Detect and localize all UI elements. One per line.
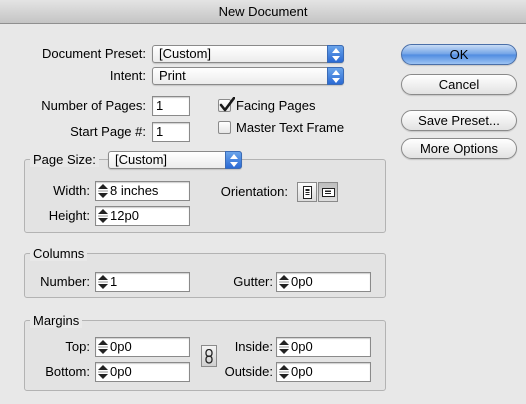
stepper-arrows-icon[interactable]: [98, 182, 108, 200]
orientation-label: Orientation:: [220, 184, 288, 199]
portrait-button[interactable]: [297, 182, 317, 202]
bottom-field[interactable]: 0p0: [95, 362, 190, 382]
stepper-arrows-icon[interactable]: [279, 363, 289, 381]
up-down-arrows-icon: [225, 151, 242, 169]
top-label: Top:: [65, 339, 90, 354]
page-size-value: [Custom]: [115, 152, 168, 167]
inside-value: 0p0: [291, 339, 313, 354]
save-preset-button[interactable]: Save Preset...: [401, 110, 517, 131]
width-value: 8 inches: [110, 183, 159, 198]
facing-pages-label: Facing Pages: [236, 98, 316, 113]
bottom-label: Bottom:: [45, 364, 90, 379]
start-page-label: Start Page #:: [70, 124, 146, 139]
portrait-page-icon: [303, 186, 312, 199]
stepper-arrows-icon[interactable]: [98, 273, 108, 291]
checkmark-icon: [219, 97, 235, 112]
intent-value: Print: [159, 68, 186, 83]
intent-popup[interactable]: Print: [152, 67, 344, 85]
number-of-pages-label: Number of Pages:: [41, 98, 146, 113]
master-text-frame-checkbox[interactable]: [218, 121, 231, 134]
page-size-label: Page Size:: [30, 152, 99, 167]
up-down-arrows-icon: [327, 67, 344, 85]
facing-pages-checkbox[interactable]: [218, 97, 235, 112]
columns-number-value: 1: [110, 274, 118, 289]
document-preset-value: [Custom]: [159, 46, 212, 61]
chain-link-icon: [205, 349, 213, 364]
more-options-button[interactable]: More Options: [401, 138, 517, 159]
landscape-button[interactable]: [318, 182, 338, 202]
intent-label: Intent:: [109, 68, 146, 83]
window-title: New Document: [0, 0, 526, 24]
margins-title: Margins: [30, 313, 83, 328]
top-field[interactable]: 0p0: [95, 337, 190, 357]
gutter-value: 0p0: [291, 274, 313, 289]
master-text-frame-label: Master Text Frame: [236, 120, 345, 135]
page-size-popup[interactable]: [Custom]: [108, 151, 242, 169]
width-field[interactable]: 8 inches: [95, 181, 190, 201]
top-value: 0p0: [110, 339, 132, 354]
outside-field[interactable]: 0p0: [276, 362, 371, 382]
gutter-field[interactable]: 0p0: [276, 272, 371, 292]
stepper-arrows-icon[interactable]: [98, 338, 108, 356]
document-preset-label: Document Preset:: [41, 46, 146, 61]
up-down-arrows-icon: [327, 45, 344, 63]
outside-value: 0p0: [291, 364, 313, 379]
gutter-label: Gutter:: [233, 274, 273, 289]
ok-button[interactable]: OK: [401, 44, 517, 65]
columns-number-field[interactable]: 1: [95, 272, 190, 292]
columns-title: Columns: [30, 246, 88, 261]
bottom-value: 0p0: [110, 364, 132, 379]
stepper-arrows-icon[interactable]: [279, 273, 289, 291]
inside-label: Inside:: [234, 339, 273, 354]
outside-label: Outside:: [224, 364, 273, 379]
inside-field[interactable]: 0p0: [276, 337, 371, 357]
height-field[interactable]: 12p0: [95, 206, 190, 226]
width-label: Width:: [53, 183, 90, 198]
stepper-arrows-icon[interactable]: [98, 207, 108, 225]
cancel-button[interactable]: Cancel: [401, 74, 517, 95]
start-page-field[interactable]: 1: [152, 122, 190, 142]
stepper-arrows-icon[interactable]: [279, 338, 289, 356]
height-label: Height:: [48, 208, 90, 223]
document-preset-popup[interactable]: [Custom]: [152, 45, 344, 63]
stepper-arrows-icon[interactable]: [98, 363, 108, 381]
number-of-pages-field[interactable]: 1: [152, 96, 190, 116]
landscape-page-icon: [322, 188, 335, 197]
height-value: 12p0: [110, 208, 139, 223]
columns-number-label: Number:: [40, 274, 90, 289]
